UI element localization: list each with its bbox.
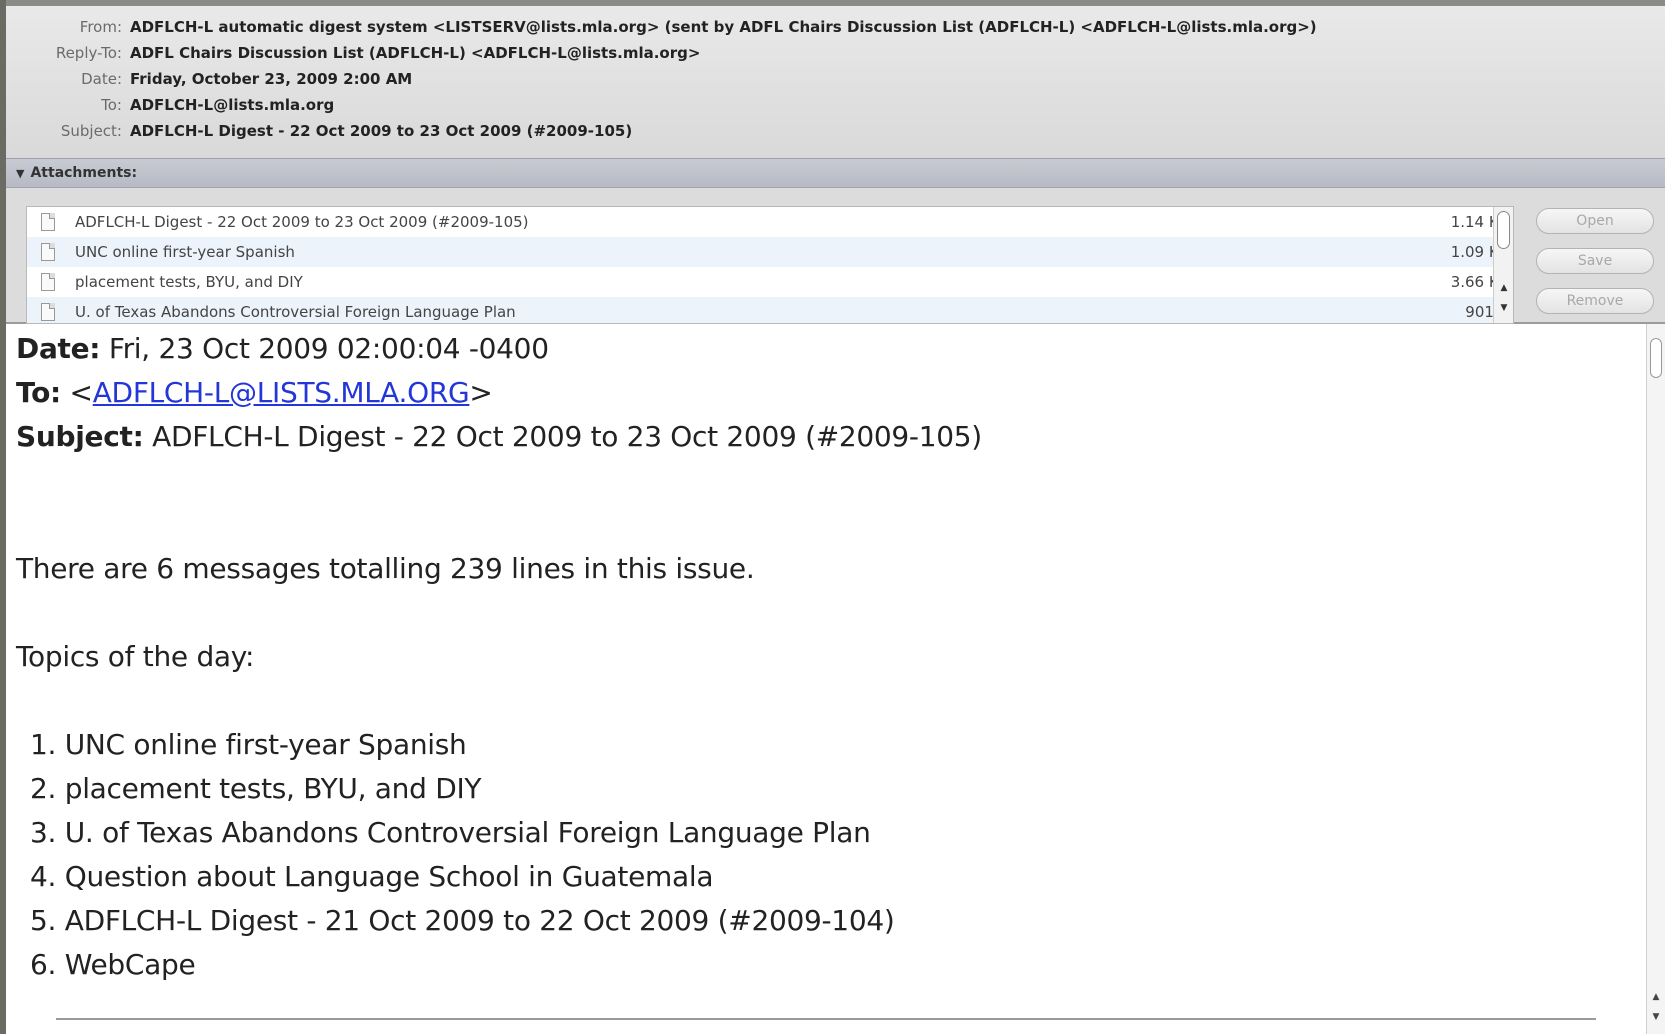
- attachment-row[interactable]: ADFLCH-L Digest - 22 Oct 2009 to 23 Oct …: [27, 207, 1513, 237]
- subject-label: Subject:: [60, 122, 122, 140]
- mail-window: From: ADFLCH-L automatic digest system <…: [0, 0, 1665, 1034]
- topic-item: 4. Question about Language School in Gua…: [30, 860, 714, 893]
- topic-item: 6. WebCape: [30, 948, 196, 981]
- scroll-up-arrow-icon[interactable]: ▲: [1650, 992, 1662, 1002]
- reply-to-label: Reply-To:: [55, 44, 122, 62]
- to-email-link[interactable]: ADFLCH-L@LISTS.MLA.ORG: [93, 376, 470, 409]
- topic-item: 5. ADFLCH-L Digest - 21 Oct 2009 to 22 O…: [30, 904, 895, 937]
- from-label: From:: [79, 18, 122, 36]
- body-subject-value: ADFLCH-L Digest - 22 Oct 2009 to 23 Oct …: [152, 420, 982, 453]
- body-date-label: Date:: [16, 332, 101, 365]
- to-label: To:: [101, 96, 122, 114]
- subject-value: ADFLCH-L Digest - 22 Oct 2009 to 23 Oct …: [130, 122, 633, 140]
- body-scrollbar[interactable]: ▲ ▼: [1646, 324, 1665, 1034]
- body-subject-label: Subject:: [16, 420, 144, 453]
- message-header: From: ADFLCH-L automatic digest system <…: [6, 0, 1665, 158]
- date-value: Friday, October 23, 2009 2:00 AM: [130, 70, 413, 88]
- to-open-bracket: <: [69, 376, 93, 409]
- document-icon: [41, 243, 55, 261]
- topic-item: 2. placement tests, BYU, and DIY: [30, 772, 482, 805]
- document-icon: [41, 213, 55, 231]
- to-close-bracket: >: [469, 376, 493, 409]
- attachments-list: ADFLCH-L Digest - 22 Oct 2009 to 23 Oct …: [26, 206, 1514, 324]
- remove-button[interactable]: Remove: [1536, 288, 1654, 314]
- body-date-value: Fri, 23 Oct 2009 02:00:04 -0400: [108, 332, 549, 365]
- scroll-up-arrow-icon[interactable]: ▲: [1498, 283, 1510, 295]
- attachment-row[interactable]: U. of Texas Abandons Controversial Forei…: [27, 297, 1513, 323]
- attachments-panel: ADFLCH-L Digest - 22 Oct 2009 to 23 Oct …: [6, 188, 1665, 324]
- body-subject-line: Subject: ADFLCH-L Digest - 22 Oct 2009 t…: [16, 420, 982, 453]
- date-label: Date:: [81, 70, 122, 88]
- scrollbar-thumb[interactable]: [1497, 211, 1510, 249]
- attachment-name: U. of Texas Abandons Controversial Forei…: [75, 303, 516, 321]
- save-button[interactable]: Save: [1536, 248, 1654, 274]
- header-from-row: From: ADFLCH-L automatic digest system <…: [6, 14, 1317, 40]
- body-to-line: To: <ADFLCH-L@LISTS.MLA.ORG>: [16, 376, 493, 409]
- attachment-row[interactable]: placement tests, BYU, and DIY 3.66 KB: [27, 267, 1513, 297]
- topic-item: 1. UNC online first-year Spanish: [30, 728, 467, 761]
- scroll-down-arrow-icon[interactable]: ▼: [1498, 303, 1510, 315]
- attachments-title: Attachments:: [30, 165, 138, 181]
- header-date-row: Date: Friday, October 23, 2009 2:00 AM: [6, 66, 412, 92]
- open-button[interactable]: Open: [1536, 208, 1654, 234]
- to-value[interactable]: ADFLCH-L@lists.mla.org: [130, 96, 334, 114]
- attachment-name: placement tests, BYU, and DIY: [75, 273, 303, 291]
- attachments-scrollbar[interactable]: ▲ ▼: [1493, 207, 1513, 323]
- scroll-down-arrow-icon[interactable]: ▼: [1650, 1012, 1662, 1022]
- scrollbar-thumb[interactable]: [1650, 338, 1662, 378]
- body-to-label: To:: [16, 376, 61, 409]
- attachment-name: ADFLCH-L Digest - 22 Oct 2009 to 23 Oct …: [75, 213, 529, 231]
- message-body: Date: Fri, 23 Oct 2009 02:00:04 -0400 To…: [6, 324, 1646, 1034]
- topic-item: 3. U. of Texas Abandons Controversial Fo…: [30, 816, 871, 849]
- document-icon: [41, 303, 55, 321]
- intro-text: There are 6 messages totalling 239 lines…: [16, 552, 755, 585]
- attachments-disclosure[interactable]: ▼ Attachments:: [6, 158, 1665, 188]
- topics-heading: Topics of the day:: [16, 640, 255, 673]
- header-subject-row: Subject: ADFLCH-L Digest - 22 Oct 2009 t…: [6, 118, 632, 144]
- header-to-row: To: ADFLCH-L@lists.mla.org: [6, 92, 334, 118]
- document-icon: [41, 273, 55, 291]
- header-reply-to-row: Reply-To: ADFL Chairs Discussion List (A…: [6, 40, 701, 66]
- divider: [56, 1018, 1596, 1020]
- reply-to-value[interactable]: ADFL Chairs Discussion List (ADFLCH-L) <…: [130, 44, 700, 62]
- body-date-line: Date: Fri, 23 Oct 2009 02:00:04 -0400: [16, 332, 549, 365]
- from-value[interactable]: ADFLCH-L automatic digest system <LISTSE…: [130, 18, 1317, 36]
- attachment-row[interactable]: UNC online first-year Spanish 1.09 KB: [27, 237, 1513, 267]
- attachment-name: UNC online first-year Spanish: [75, 243, 295, 261]
- disclosure-triangle-icon[interactable]: ▼: [16, 167, 24, 180]
